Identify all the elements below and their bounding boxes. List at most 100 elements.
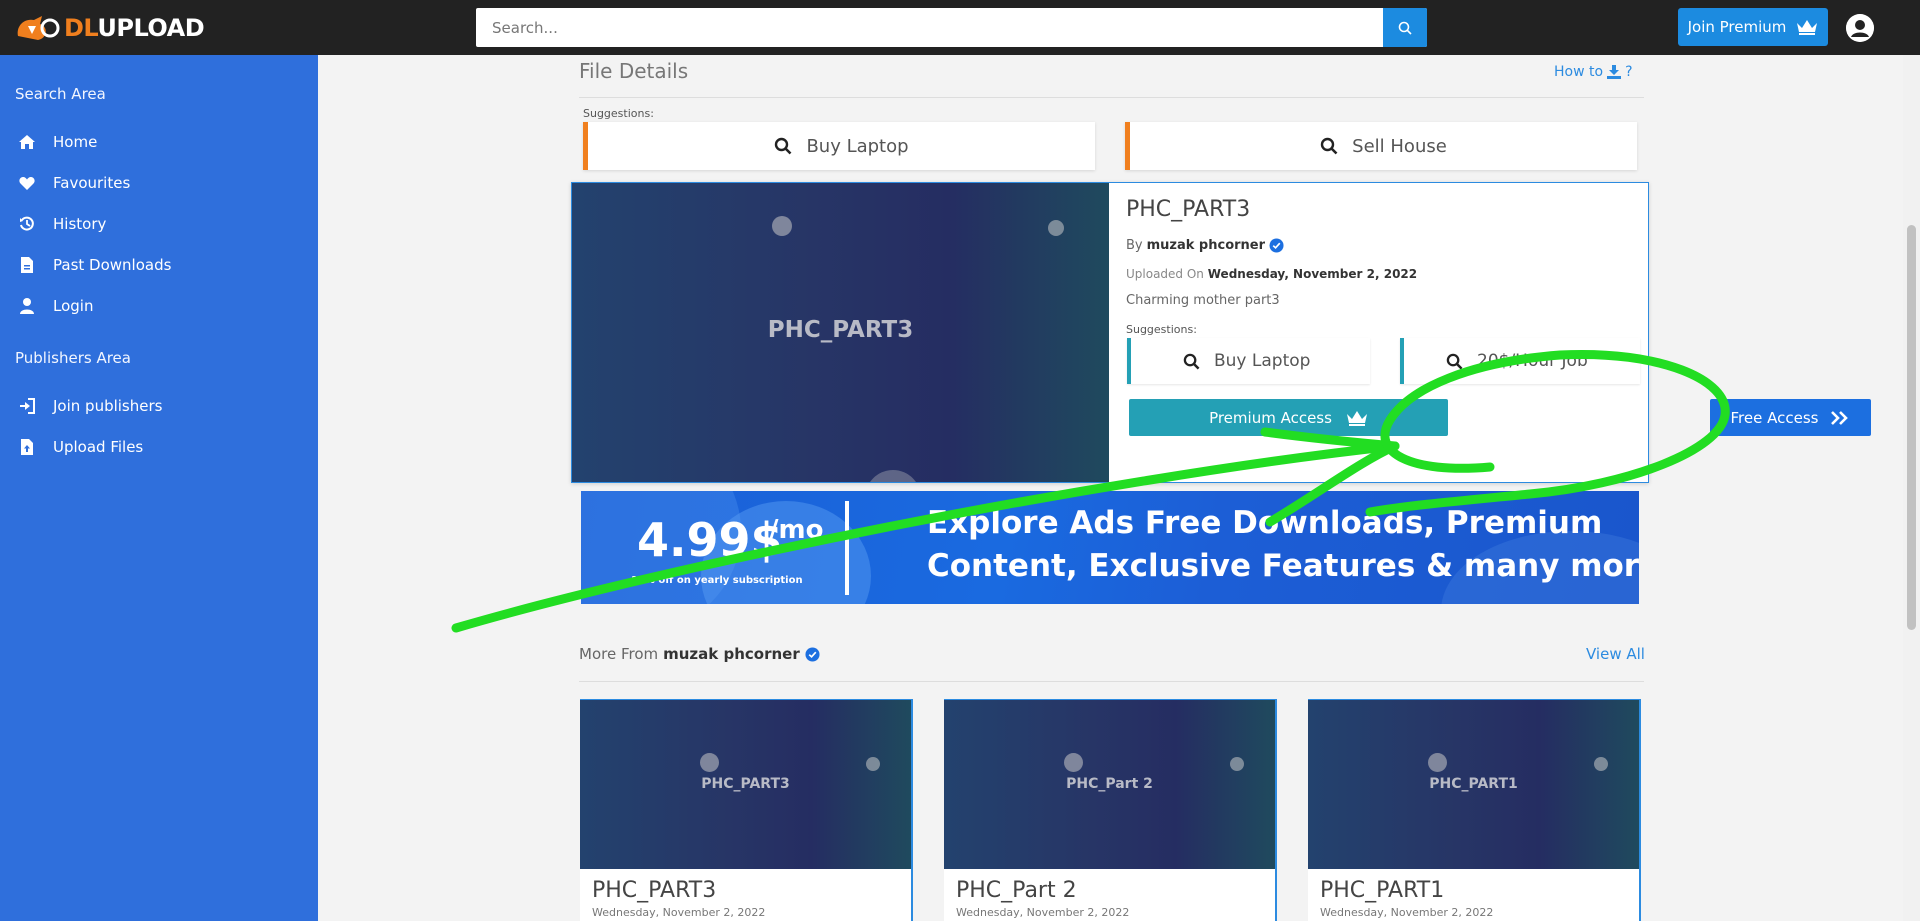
thumb-dot [866,757,880,771]
uploaded-date: Wednesday, November 2, 2022 [1207,267,1418,281]
logo-badge-icon [14,12,64,44]
related-file-title: PHC_PART3 [592,878,717,903]
sign-in-icon [16,396,38,416]
premium-access-button[interactable]: Premium Access [1129,399,1448,436]
search-icon [775,137,792,155]
thumb-dot [1428,753,1447,772]
sidebar-item-label: History [53,215,107,233]
sidebar-item-favourites[interactable]: Favourites [16,171,130,195]
related-thumbnail: PHC_PART1 [1308,700,1639,869]
site-logo[interactable]: DLUPLOAD [14,12,205,44]
sidebar-item-login[interactable]: Login [16,294,93,318]
sidebar-item-label: Past Downloads [53,256,172,274]
search-area-heading: Search Area [15,85,106,103]
sidebar-item-history[interactable]: History [16,212,106,236]
search-icon [1320,137,1338,155]
top-bar: DLUPLOAD Join Premium [0,0,1920,55]
sidebar-item-label: Favourites [53,174,131,192]
more-from-prefix: More From [579,645,659,663]
sidebar: Search Area Home Favourites History Past… [0,55,318,921]
how-to-suffix: ? [1625,64,1633,80]
view-all-link[interactable]: View All [1586,645,1645,663]
free-access-button[interactable]: Free Access [1710,399,1871,436]
home-icon [16,132,38,152]
sidebar-item-label: Home [53,133,98,151]
free-access-label: Free Access [1730,408,1819,427]
suggestion-label: Buy Laptop [1214,351,1311,371]
more-from-heading: More From muzak phcorner [579,645,820,663]
related-file-title: PHC_PART1 [1320,878,1445,903]
download-icon [1607,65,1622,79]
file-icon [16,255,38,275]
verified-icon [805,646,820,662]
file-title: PHC_PART3 [1126,197,1251,222]
banner-subtitle: 11% off on yearly subscription [631,575,803,586]
premium-banner[interactable]: 4.99$ /mo 11% off on yearly subscription… [581,491,1639,604]
search-button[interactable] [1383,8,1427,47]
author-link[interactable]: muzak phcorner [1147,238,1265,253]
thumb-dot [865,470,921,482]
banner-price: 4.99$ [637,513,783,567]
related-thumbnail: PHC_PART3 [580,700,911,869]
divider [579,97,1644,98]
thumb-dot [772,216,792,236]
banner-period: /mo [769,515,824,545]
heart-icon [16,173,38,193]
search-input[interactable] [476,8,1383,47]
suggestion-buy-laptop[interactable]: Buy Laptop [583,122,1095,170]
thumb-dot [1594,757,1608,771]
suggestion-sell-house[interactable]: Sell House [1125,122,1637,170]
related-file-date: Wednesday, November 2, 2022 [592,906,766,919]
thumb-title: PHC_Part 2 [1066,776,1153,792]
crown-icon [1797,20,1818,35]
file-details-heading: File Details [579,59,689,83]
sidebar-item-past-downloads[interactable]: Past Downloads [16,253,171,277]
suggestion-label: Buy Laptop [806,135,909,157]
related-file-card[interactable]: PHC_PART3 PHC_PART3 Wednesday, November … [580,699,913,921]
suggestions-label: Suggestions: [1126,323,1197,336]
sidebar-item-join-publishers[interactable]: Join publishers [16,394,162,418]
related-thumbnail: PHC_Part 2 [944,700,1275,869]
user-icon [16,296,38,316]
more-from-author[interactable]: muzak phcorner [663,645,800,663]
suggestions-label: Suggestions: [583,107,654,120]
related-file-title: PHC_Part 2 [956,878,1077,903]
join-premium-label: Join Premium [1687,18,1787,36]
suggestion-hourly-job[interactable]: 20$/Hour Job [1400,338,1640,384]
logo-dl: DL [64,14,98,42]
search-icon [1183,353,1200,369]
page-scrollbar[interactable] [1903,55,1920,921]
crown-icon [1346,410,1367,426]
sidebar-item-label: Upload Files [53,438,144,456]
double-chevron-right-icon [1831,410,1849,425]
premium-access-label: Premium Access [1209,408,1332,427]
file-card: PHC_PART3 PHC_PART3 By muzak phcorner Up… [571,182,1871,483]
thumb-title: PHC_PART1 [1429,776,1518,792]
thumb-dot [700,753,719,772]
file-thumbnail: PHC_PART3 [572,183,1109,482]
logo-text: DLUPLOAD [64,14,205,42]
main-content: File Details How to ? Suggestions: Buy L… [318,55,1903,921]
verified-icon [1269,238,1284,253]
scrollbar-thumb[interactable] [1907,225,1916,630]
related-file-card[interactable]: PHC_PART1 PHC_PART1 Wednesday, November … [1308,699,1641,921]
sidebar-item-label: Login [53,297,94,315]
upload-date-line: Uploaded On Wednesday, November 2, 2022 [1126,267,1417,281]
file-upload-icon [16,437,38,457]
uploaded-prefix: Uploaded On [1126,267,1204,281]
banner-divider [845,501,849,595]
user-avatar-icon[interactable] [1846,14,1874,42]
banner-headline-1: Explore Ads Free Downloads, Premium [927,505,1603,541]
how-to-link[interactable]: How to ? [1554,64,1633,80]
file-description: Charming mother part3 [1126,293,1280,308]
publishers-area-heading: Publishers Area [15,349,131,367]
search-icon [1446,353,1463,369]
related-file-card[interactable]: PHC_Part 2 PHC_Part 2 Wednesday, Novembe… [944,699,1277,921]
join-premium-button[interactable]: Join Premium [1678,8,1828,46]
suggestion-buy-laptop[interactable]: Buy Laptop [1127,338,1370,384]
how-to-label: How to [1554,64,1604,80]
sidebar-item-upload-files[interactable]: Upload Files [16,435,143,459]
thumb-dot [1064,753,1083,772]
sidebar-item-home[interactable]: Home [16,130,97,154]
logo-upload: UPLOAD [97,14,205,42]
